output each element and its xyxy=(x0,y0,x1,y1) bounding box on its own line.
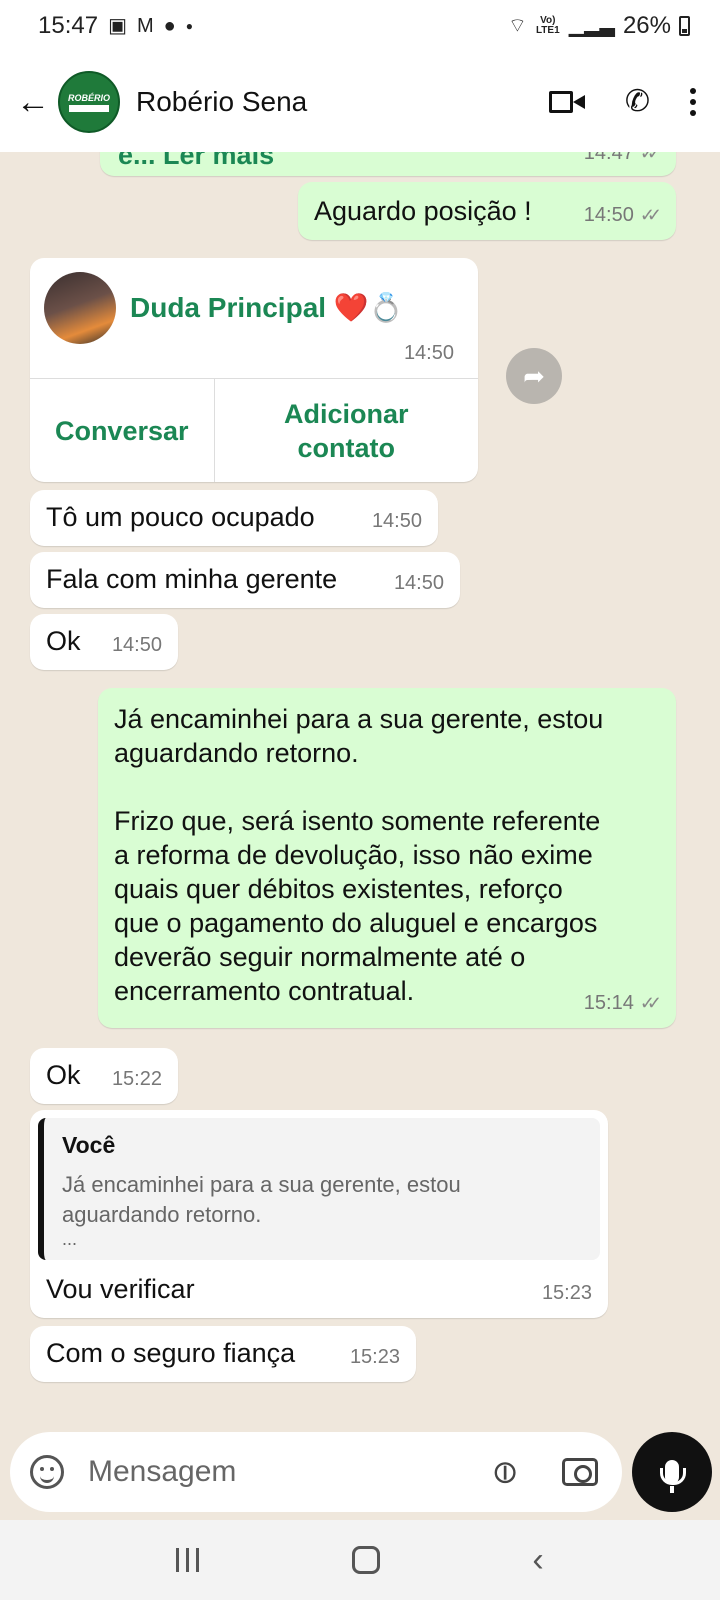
message-text: Aguardo posição ! xyxy=(314,196,532,226)
message-time: 15:23 xyxy=(541,1282,592,1304)
mic-button[interactable] xyxy=(632,1432,712,1512)
more-notifications-icon: ● xyxy=(185,19,193,33)
message-text: Já encaminhei para a sua gerente, estou … xyxy=(114,704,604,1006)
status-time: 15:47 xyxy=(38,12,99,39)
message-text: Ok xyxy=(46,626,81,656)
message-bubble-outgoing[interactable]: Já encaminhei para a sua gerente, estou … xyxy=(98,688,676,1028)
message-bubble-outgoing[interactable]: Aguardo posição ! 14:50 ✓✓ xyxy=(298,182,676,240)
message-text: Tô um pouco ocupado xyxy=(46,502,315,532)
message-time: 14:50 xyxy=(371,510,422,532)
network-label: Vo) LTE1 xyxy=(535,15,560,36)
phone-icon[interactable]: ✆ xyxy=(625,87,650,117)
emoji-icon[interactable] xyxy=(30,1455,64,1489)
message-time: 15:14 ✓✓ xyxy=(584,986,662,1020)
message-bubble-incoming[interactable]: Ok 15:22 xyxy=(30,1048,178,1104)
conversar-button[interactable]: Conversar xyxy=(30,379,214,482)
read-ticks-icon: ✓✓ xyxy=(639,993,662,1013)
message-input-bar: Mensagem ⊘ xyxy=(10,1432,622,1512)
quote-author: Você xyxy=(62,1132,116,1158)
shared-contact-avatar[interactable] xyxy=(44,272,116,344)
contact-name[interactable]: Robério Sena xyxy=(136,86,307,118)
message-time: 15:22 xyxy=(111,1068,162,1090)
shared-contact-name[interactable]: Duda Principal ❤️💍 xyxy=(130,291,404,325)
message-text: Fala com minha gerente xyxy=(46,564,338,594)
battery-percent: 26% xyxy=(622,12,671,39)
nav-back-icon[interactable]: ‹ xyxy=(532,1541,543,1580)
message-time: 15:23 xyxy=(349,1346,400,1368)
message-time: 14:50 ✓✓ xyxy=(584,198,662,232)
home-icon[interactable] xyxy=(351,1546,380,1574)
gallery-notification-icon: ▣ xyxy=(108,15,127,37)
message-text: e... Ler mais xyxy=(118,152,275,170)
wifi-icon: ⌔ xyxy=(507,15,527,37)
message-bubble-outgoing[interactable]: e... Ler mais 14:47 ✓✓ xyxy=(100,152,676,176)
forward-icon[interactable]: ➦ xyxy=(506,348,562,404)
contact-avatar[interactable]: ROBÉRIO xyxy=(58,71,120,133)
quote-text: Já encaminhei para a sua gerente, estou … xyxy=(62,1172,461,1227)
quoted-message[interactable]: Você Já encaminhei para a sua gerente, e… xyxy=(38,1118,600,1260)
back-arrow-icon[interactable]: ← xyxy=(16,83,54,122)
avatar-logo-text: ROBÉRIO xyxy=(67,92,110,103)
quote-ellipsis: ... xyxy=(62,1229,78,1249)
more-options-icon[interactable] xyxy=(690,88,696,116)
mic-icon xyxy=(660,1460,686,1493)
message-bubble-incoming-reply[interactable]: Você Já encaminhei para a sua gerente, e… xyxy=(30,1110,608,1318)
battery-icon xyxy=(679,16,690,36)
gmail-notification-icon: M xyxy=(136,15,154,37)
status-bar: 15:47 ▣ M ● ● ⌔ Vo) LTE1 ▁▂▃ 26% xyxy=(0,0,720,52)
chat-notification-icon: ● xyxy=(163,15,176,37)
message-time: 14:50 xyxy=(403,342,454,364)
contact-card-message[interactable]: Duda Principal ❤️💍 14:50 Conversar Adici… xyxy=(30,258,478,482)
recent-apps-icon[interactable] xyxy=(176,1548,200,1572)
message-input[interactable]: Mensagem xyxy=(88,1455,491,1489)
system-nav-bar: ‹ xyxy=(0,1520,720,1600)
message-time: 14:50 xyxy=(111,634,162,656)
message-bubble-incoming[interactable]: Fala com minha gerente 14:50 xyxy=(30,552,460,608)
read-ticks-icon: ✓✓ xyxy=(639,152,662,163)
message-bubble-incoming[interactable]: Ok 14:50 xyxy=(30,614,178,670)
video-call-icon[interactable] xyxy=(548,89,585,115)
message-text: Ok xyxy=(46,1060,81,1090)
message-time: 14:47 ✓✓ xyxy=(584,152,662,170)
signal-icon: ▁▂▃ xyxy=(568,15,615,37)
chat-header: ← ROBÉRIO Robério Sena ✆ xyxy=(0,52,720,152)
message-bubble-incoming[interactable]: Tô um pouco ocupado 14:50 xyxy=(30,490,438,546)
read-ticks-icon: ✓✓ xyxy=(639,205,662,225)
message-text: Com o seguro fiança xyxy=(46,1338,296,1368)
message-time: 14:50 xyxy=(393,572,444,594)
add-contact-button[interactable]: Adicionar contato xyxy=(213,379,479,482)
chat-area[interactable]: e... Ler mais 14:47 ✓✓ Aguardo posição ! … xyxy=(0,152,720,1410)
message-text: Vou verificar xyxy=(46,1274,195,1304)
camera-icon[interactable] xyxy=(562,1458,598,1486)
message-bubble-incoming[interactable]: Com o seguro fiança 15:23 xyxy=(30,1326,416,1382)
